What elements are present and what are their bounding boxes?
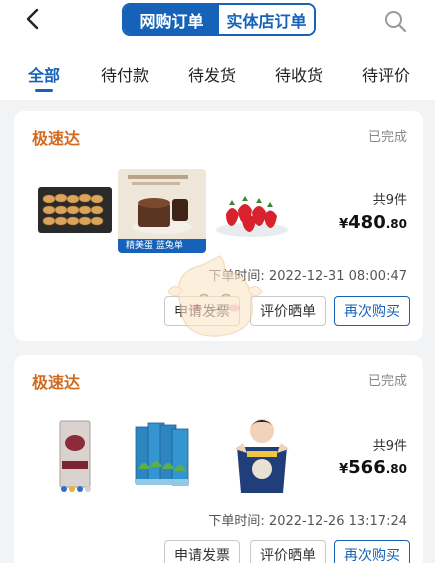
price-integer: 480	[348, 212, 386, 233]
tab-online-orders[interactable]: 网购订单	[124, 5, 219, 34]
filter-all[interactable]: 全部	[28, 62, 60, 86]
price-decimal: .80	[385, 217, 407, 231]
search-icon[interactable]	[383, 9, 407, 33]
product-image-snack-bag[interactable]	[229, 413, 295, 497]
order-total: ¥566.80	[339, 457, 407, 478]
request-invoice-button[interactable]: 申请发票	[164, 296, 240, 326]
review-order-button[interactable]: 评价晒单	[250, 296, 326, 326]
active-tab-indicator	[35, 89, 53, 92]
currency-symbol: ¥	[339, 217, 349, 232]
filter-pending-shipment[interactable]: 待发货	[188, 62, 236, 86]
filter-pending-review[interactable]: 待评价	[362, 62, 410, 86]
order-card[interactable]: 极速达 已完成 精美蛋 蓝兔单 共9件 ¥480.80 下单时间: 2022-1…	[14, 111, 423, 341]
top-bar: 网购订单 实体店订单 全部 待付款 待发货 待收货 待评价	[0, 0, 435, 100]
order-status: 已完成	[367, 374, 407, 389]
product-image-cookies[interactable]	[36, 183, 114, 237]
tab-store-orders[interactable]: 实体店订单	[219, 5, 314, 34]
currency-symbol: ¥	[339, 462, 349, 477]
order-status: 已完成	[367, 130, 407, 145]
price-integer: 566	[348, 457, 386, 478]
product-image-strawberries[interactable]	[212, 186, 292, 240]
review-order-button[interactable]: 评价晒单	[250, 540, 326, 563]
item-count: 共9件	[372, 193, 407, 208]
request-invoice-button[interactable]: 申请发票	[164, 540, 240, 563]
chevron-left-icon[interactable]	[22, 8, 44, 30]
order-total: ¥480.80	[339, 212, 407, 233]
product-image-coconut-water[interactable]	[132, 417, 194, 495]
store-name: 极速达	[32, 373, 81, 392]
product-image-cake[interactable]: 精美蛋 蓝兔单	[118, 169, 206, 253]
buy-again-button[interactable]: 再次购买	[334, 540, 410, 563]
order-card[interactable]: 极速达 已完成 共9件 ¥566.80 下单时间: 2022-12-26 13:…	[14, 355, 423, 563]
item-count: 共9件	[372, 439, 407, 454]
status-filter-tabs: 全部 待付款 待发货 待收货 待评价	[0, 54, 435, 94]
price-decimal: .80	[385, 462, 407, 476]
order-time: 下单时间: 2022-12-26 13:17:24	[208, 514, 407, 529]
order-time: 下单时间: 2022-12-31 08:00:47	[208, 269, 407, 284]
filter-pending-payment[interactable]: 待付款	[101, 62, 149, 86]
product-image-chocolate-box[interactable]	[54, 417, 98, 495]
store-name: 极速达	[32, 129, 81, 148]
product-banner-label: 精美蛋 蓝兔单	[118, 239, 206, 253]
filter-pending-receipt[interactable]: 待收货	[275, 62, 323, 86]
buy-again-button[interactable]: 再次购买	[334, 296, 410, 326]
order-type-switch: 网购订单 实体店订单	[122, 3, 316, 36]
